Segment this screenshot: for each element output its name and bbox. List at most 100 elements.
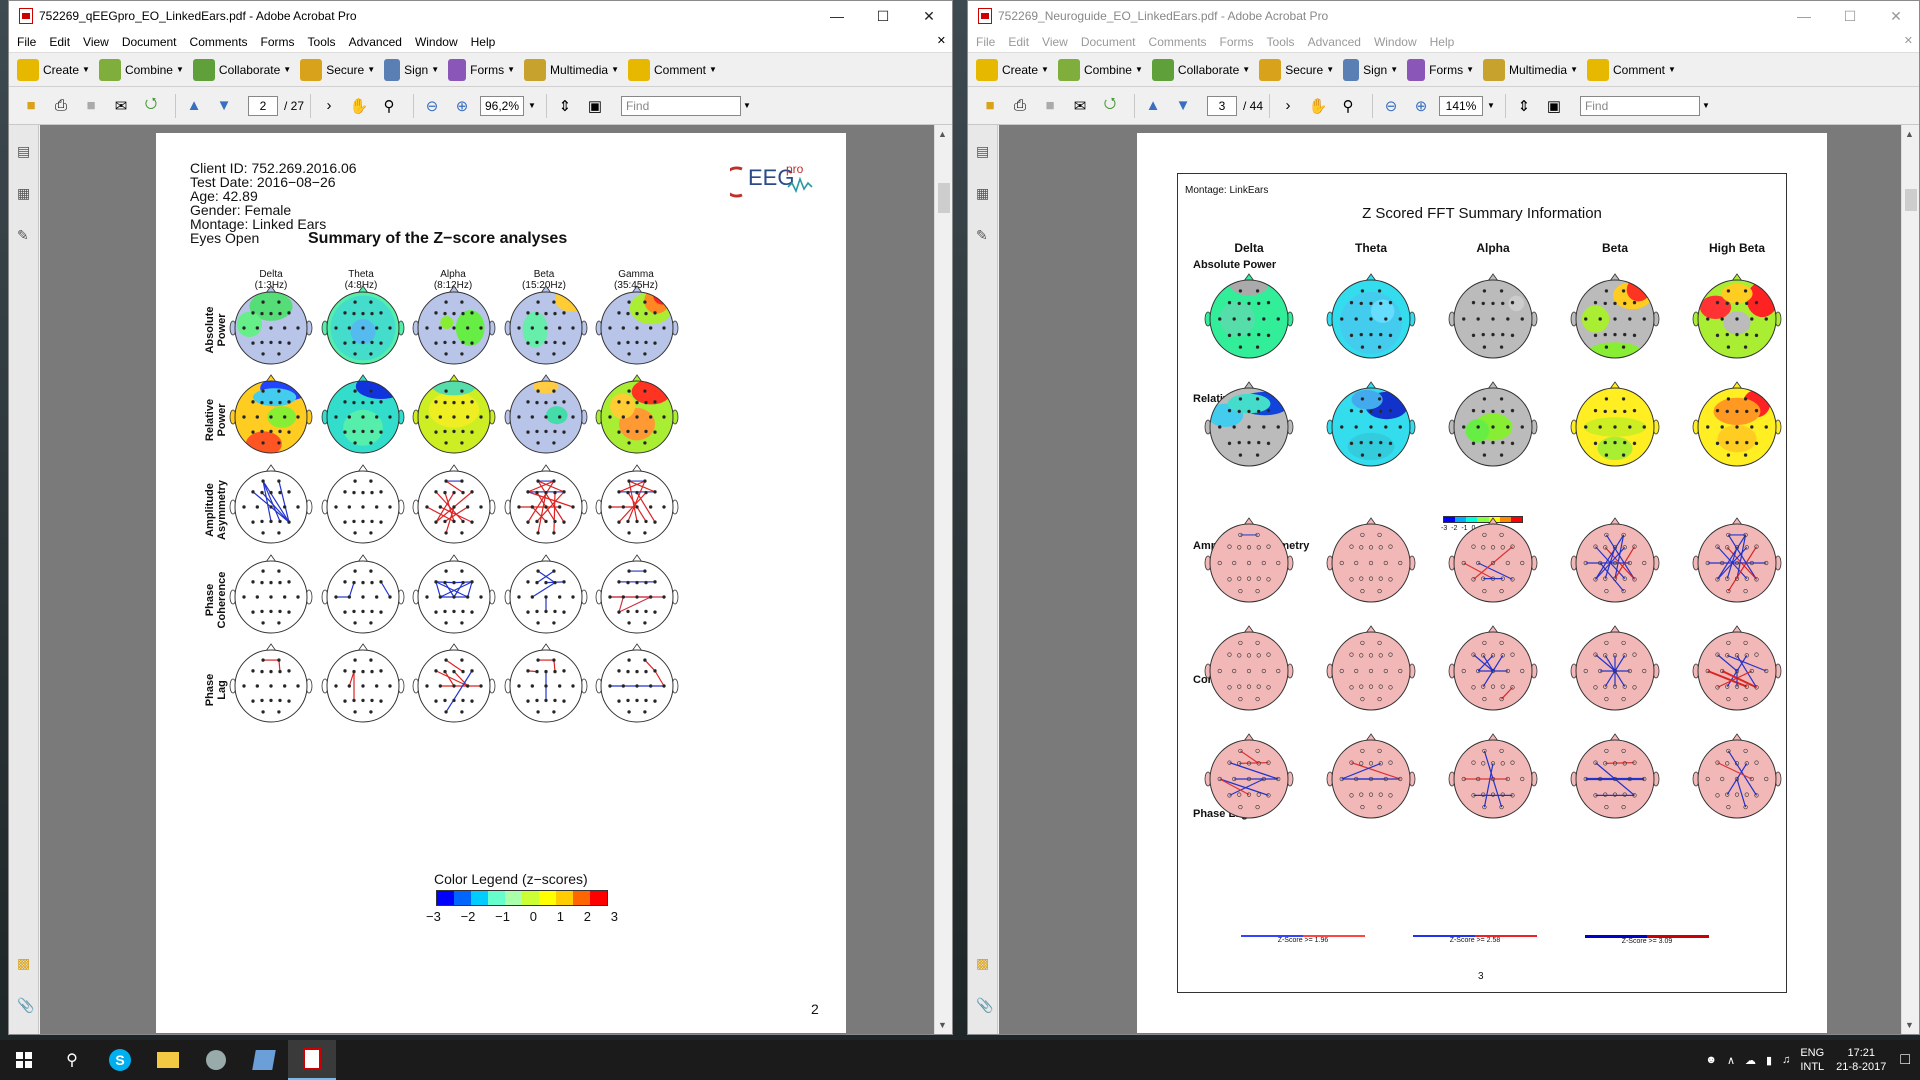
zoom-in-icon[interactable]: ⊕ xyxy=(1409,95,1433,117)
minimize-icon[interactable]: — xyxy=(814,1,860,31)
search-icon[interactable]: ⚲ xyxy=(48,1040,96,1080)
menu-view[interactable]: View xyxy=(83,35,109,49)
comment-button[interactable]: Comment ▼ xyxy=(1586,58,1676,81)
menu-window[interactable]: Window xyxy=(415,35,458,49)
vertical-scrollbar[interactable]: ▲ ▼ xyxy=(934,125,952,1034)
menu-comments[interactable]: Comments xyxy=(190,35,248,49)
pages-panel-icon[interactable]: ▤ xyxy=(976,143,989,160)
app-icon-blue[interactable] xyxy=(240,1040,288,1080)
start-button[interactable] xyxy=(0,1040,48,1080)
create-button[interactable]: Create ▼ xyxy=(17,58,90,81)
comments-panel-icon[interactable]: ▩ xyxy=(17,955,30,972)
menu-document[interactable]: Document xyxy=(122,35,177,49)
next-page-icon[interactable]: ▼ xyxy=(212,95,236,117)
power-icon[interactable]: ▮ xyxy=(1766,1054,1772,1067)
comments-panel-icon[interactable]: ▩ xyxy=(976,955,989,972)
find-input[interactable]: Find xyxy=(1579,95,1700,116)
zoom-out-icon[interactable]: ⊖ xyxy=(1379,95,1403,117)
menu-tools[interactable]: Tools xyxy=(1267,35,1295,49)
collaborate-button[interactable]: Collaborate ▼ xyxy=(192,58,291,81)
menu-help[interactable]: Help xyxy=(471,35,496,49)
previous-page-icon[interactable]: ▲ xyxy=(182,95,206,117)
zoom-out-icon[interactable]: ⊖ xyxy=(420,95,444,117)
print-icon[interactable]: ⎙ xyxy=(49,95,73,117)
email-icon[interactable]: ✉ xyxy=(109,95,133,117)
menu-tools[interactable]: Tools xyxy=(308,35,336,49)
menu-view[interactable]: View xyxy=(1042,35,1068,49)
close-icon[interactable]: ✕ xyxy=(1873,1,1919,31)
multimedia-button[interactable]: Multimedia ▼ xyxy=(1483,58,1578,81)
next-page-icon[interactable]: ▼ xyxy=(1171,95,1195,117)
combine-button[interactable]: Combine ▼ xyxy=(1057,58,1143,81)
menu-file[interactable]: File xyxy=(17,35,36,49)
app-icon-settings[interactable] xyxy=(192,1040,240,1080)
select-tool-icon[interactable]: › xyxy=(317,95,341,117)
close-document-icon[interactable]: ✕ xyxy=(937,34,946,47)
acrobat-taskbar-icon[interactable] xyxy=(288,1040,336,1080)
collaborate-button[interactable]: Collaborate ▼ xyxy=(1151,58,1250,81)
scrolling-mode-icon[interactable]: ⇕ xyxy=(1512,95,1536,117)
create-button[interactable]: Create ▼ xyxy=(976,58,1049,81)
menu-edit[interactable]: Edit xyxy=(1008,35,1029,49)
menu-advanced[interactable]: Advanced xyxy=(349,35,402,49)
find-input[interactable]: Find xyxy=(620,95,741,116)
menu-advanced[interactable]: Advanced xyxy=(1308,35,1361,49)
menu-edit[interactable]: Edit xyxy=(49,35,70,49)
person-icon[interactable]: ☻ xyxy=(1705,1054,1717,1066)
menu-document[interactable]: Document xyxy=(1081,35,1136,49)
signatures-panel-icon[interactable]: ✎ xyxy=(976,227,988,244)
maximize-icon[interactable]: ☐ xyxy=(1827,1,1873,31)
open-folder-icon[interactable]: ■ xyxy=(978,95,1002,117)
document-view[interactable]: Client ID: 752.269.2016.06 Test Date: 20… xyxy=(40,125,934,1034)
maximize-icon[interactable]: ☐ xyxy=(860,1,906,31)
show-hidden-icons-icon[interactable]: ∧ xyxy=(1727,1054,1735,1067)
select-tool-icon[interactable]: › xyxy=(1276,95,1300,117)
fit-page-icon[interactable]: ▣ xyxy=(1542,95,1566,117)
hand-tool-icon[interactable]: ✋ xyxy=(347,95,371,117)
minimize-icon[interactable]: — xyxy=(1781,1,1827,31)
page-number-input[interactable]: 3 xyxy=(1207,95,1237,116)
file-explorer-icon[interactable] xyxy=(144,1040,192,1080)
save-icon[interactable]: ■ xyxy=(79,95,103,117)
menu-help[interactable]: Help xyxy=(1430,35,1455,49)
document-view[interactable]: Montage: LinkEars Z Scored FFT Summary I… xyxy=(999,125,1901,1034)
notifications-icon[interactable]: □ xyxy=(1900,1051,1910,1069)
multimedia-button[interactable]: Multimedia ▼ xyxy=(524,58,619,81)
share-icon[interactable]: ⭯ xyxy=(1098,95,1122,117)
comment-button[interactable]: Comment ▼ xyxy=(627,58,717,81)
secure-button[interactable]: Secure ▼ xyxy=(1259,58,1334,81)
menu-file[interactable]: File xyxy=(976,35,995,49)
hand-tool-icon[interactable]: ✋ xyxy=(1306,95,1330,117)
acrobat-window-qeegpro[interactable]: 752269_qEEGpro_EO_LinkedEars.pdf - Adobe… xyxy=(8,0,953,1035)
secure-button[interactable]: Secure ▼ xyxy=(300,58,375,81)
previous-page-icon[interactable]: ▲ xyxy=(1141,95,1165,117)
page-number-input[interactable]: 2 xyxy=(248,95,278,116)
signatures-panel-icon[interactable]: ✎ xyxy=(17,227,29,244)
zoom-level-select[interactable]: 96,2% xyxy=(480,95,525,116)
menu-forms[interactable]: Forms xyxy=(1220,35,1254,49)
fit-page-icon[interactable]: ▣ xyxy=(583,95,607,117)
title-bar[interactable]: 752269_qEEGpro_EO_LinkedEars.pdf - Adobe… xyxy=(9,1,952,31)
email-icon[interactable]: ✉ xyxy=(1068,95,1092,117)
cloud-icon[interactable]: ☁ xyxy=(1745,1054,1756,1067)
combine-button[interactable]: Combine ▼ xyxy=(98,58,184,81)
save-icon[interactable]: ■ xyxy=(1038,95,1062,117)
zoom-tool-icon[interactable]: ⚲ xyxy=(377,95,401,117)
bookmarks-panel-icon[interactable]: ▦ xyxy=(976,185,989,202)
acrobat-window-neuroguide[interactable]: 752269_Neuroguide_EO_LinkedEars.pdf - Ad… xyxy=(967,0,1920,1035)
open-folder-icon[interactable]: ■ xyxy=(19,95,43,117)
sign-button[interactable]: Sign ▼ xyxy=(384,58,439,81)
zoom-in-icon[interactable]: ⊕ xyxy=(450,95,474,117)
skype-icon[interactable]: S xyxy=(96,1040,144,1080)
print-icon[interactable]: ⎙ xyxy=(1008,95,1032,117)
pages-panel-icon[interactable]: ▤ xyxy=(17,143,30,160)
forms-button[interactable]: Forms ▼ xyxy=(1407,58,1474,81)
menu-comments[interactable]: Comments xyxy=(1149,35,1207,49)
clock[interactable]: 17:21 21-8-2017 xyxy=(1836,1046,1886,1074)
title-bar[interactable]: 752269_Neuroguide_EO_LinkedEars.pdf - Ad… xyxy=(968,1,1919,31)
input-language[interactable]: ENG INTL xyxy=(1800,1046,1824,1074)
close-icon[interactable]: ✕ xyxy=(906,1,952,31)
attachments-panel-icon[interactable]: 📎 xyxy=(17,997,34,1014)
vertical-scrollbar[interactable]: ▲ ▼ xyxy=(1901,125,1919,1034)
sign-button[interactable]: Sign ▼ xyxy=(1343,58,1398,81)
